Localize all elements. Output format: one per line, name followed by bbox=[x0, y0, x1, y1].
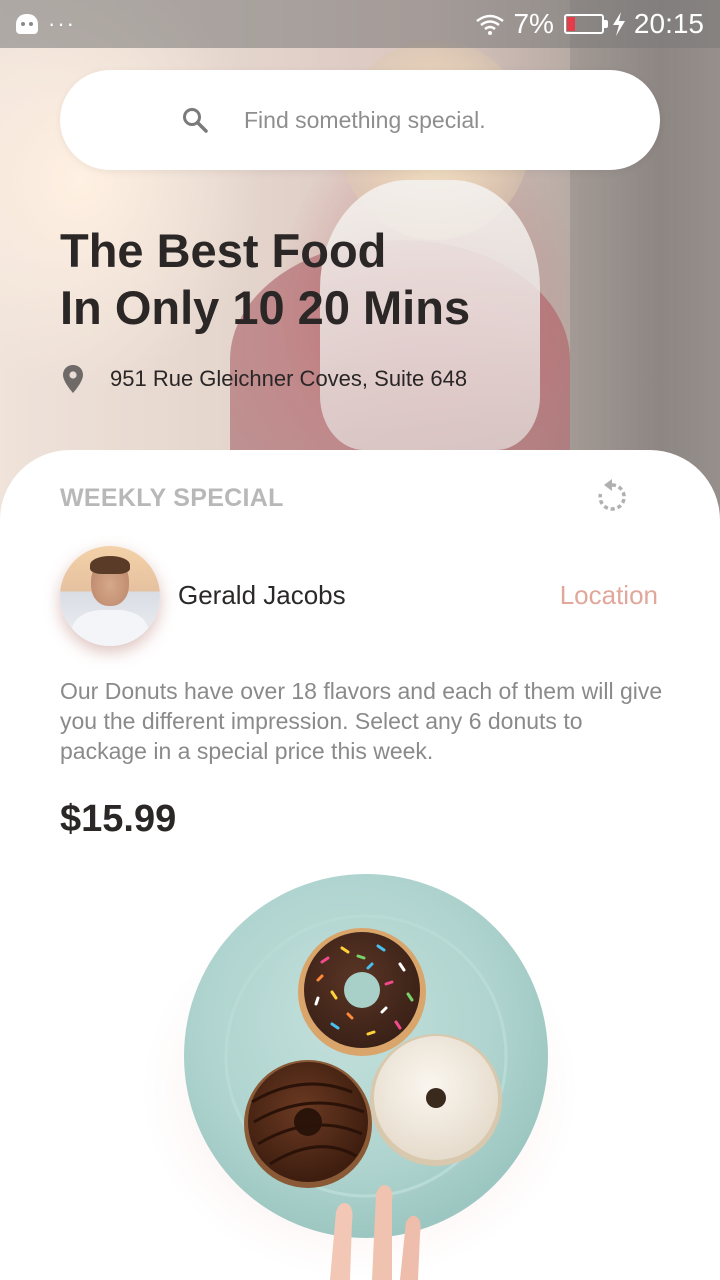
status-bar: ··· 7% 20:15 bbox=[0, 0, 720, 48]
headline-line-1: The Best Food bbox=[60, 224, 387, 277]
author-name: Gerald Jacobs bbox=[178, 580, 346, 610]
refresh-icon[interactable] bbox=[592, 477, 632, 517]
search-bar[interactable]: Find something special. bbox=[60, 70, 660, 170]
headline-line-2: In Only 10 20 Mins bbox=[60, 281, 471, 334]
sprinkle-donut bbox=[298, 928, 426, 1056]
battery-percent: 7% bbox=[513, 8, 554, 39]
hand-fingers bbox=[330, 1185, 421, 1280]
address: 951 Rue Gleichner Coves, Suite 648 bbox=[62, 364, 467, 394]
avatar[interactable] bbox=[60, 546, 160, 646]
coconut-donut bbox=[370, 1034, 502, 1166]
location-link[interactable]: Location bbox=[560, 580, 658, 611]
special-description: Our Donuts have over 18 flavors and each… bbox=[60, 678, 663, 764]
search-input[interactable]: Find something special. bbox=[244, 107, 486, 134]
clock: 20:15 bbox=[633, 8, 704, 39]
hero-headline: The Best Food In Only 10 20 Mins bbox=[60, 222, 580, 336]
chocolate-donut bbox=[244, 1060, 372, 1188]
battery-icon bbox=[563, 14, 608, 34]
price: $15.99 bbox=[60, 798, 177, 840]
search-icon bbox=[183, 108, 208, 133]
address-text: 951 Rue Gleichner Coves, Suite 648 bbox=[110, 366, 468, 391]
section-label: WEEKLY SPECIAL bbox=[60, 484, 284, 512]
wifi-icon bbox=[476, 14, 505, 35]
charging-icon bbox=[612, 12, 625, 36]
more-notifications-icon: ··· bbox=[48, 11, 76, 36]
android-icon bbox=[16, 14, 38, 34]
location-pin-icon bbox=[63, 365, 83, 393]
